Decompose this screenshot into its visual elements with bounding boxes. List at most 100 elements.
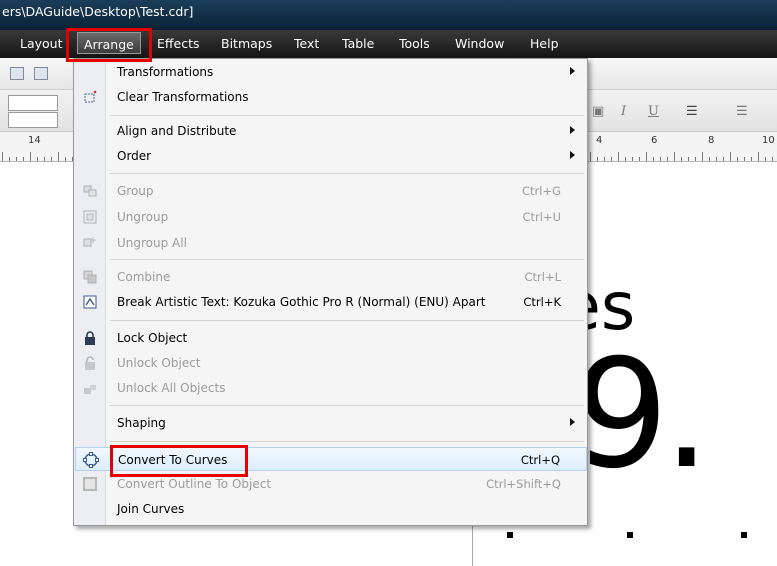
submenu-arrow-icon: [570, 126, 575, 134]
ruler-tick: [58, 152, 59, 161]
menu-item-shortcut: Ctrl+Shift+Q: [486, 477, 561, 491]
menu-item-unlock-object[interactable]: Unlock Object: [75, 351, 587, 375]
menu-separator: [110, 173, 584, 174]
convert-to-curves-callout: [110, 445, 248, 477]
ruler-tick: [618, 152, 619, 161]
menu-item-transformations[interactable]: Transformations: [75, 60, 587, 84]
menu-table[interactable]: Table: [342, 36, 374, 51]
lock-icon: [85, 331, 95, 345]
ruler-tick: [765, 157, 766, 161]
selection-handle[interactable]: [507, 532, 513, 538]
ruler-tick: [30, 152, 31, 161]
menu-item-combine[interactable]: Combine Ctrl+L: [75, 265, 587, 289]
ruler-tick: [51, 157, 52, 161]
ruler-tick: [772, 157, 773, 161]
ruler-tick: [695, 157, 696, 161]
convert-curves-icon: [83, 452, 99, 468]
format-icon[interactable]: ▣: [592, 104, 604, 119]
menu-item-ungroup-all[interactable]: Ungroup All: [75, 231, 587, 255]
menu-item-label: Break Artistic Text: Kozuka Gothic Pro R…: [117, 295, 486, 309]
ruler-tick: [744, 157, 745, 161]
menu-separator: [110, 259, 584, 260]
menu-item-lock-object[interactable]: Lock Object: [75, 326, 587, 350]
ruler-tick: [681, 157, 682, 161]
selection-handle[interactable]: [741, 532, 747, 538]
menu-item-label: Lock Object: [117, 331, 188, 345]
menu-layout[interactable]: Layout: [20, 36, 63, 51]
position-x-field[interactable]: [8, 95, 58, 111]
ruler-tick: [730, 152, 731, 161]
menu-item-align-distribute[interactable]: Align and Distribute: [75, 119, 587, 143]
menu-window[interactable]: Window: [455, 36, 504, 51]
ruler-tick: [625, 157, 626, 161]
align-icon[interactable]: ☰: [686, 104, 698, 119]
ruler-tick: [751, 157, 752, 161]
menu-item-shortcut: Ctrl+U: [522, 210, 561, 224]
ruler-tick: [709, 157, 710, 161]
ruler-tick: [737, 157, 738, 161]
ruler-label: 14: [28, 135, 41, 146]
unlock-all-icon: [84, 385, 96, 394]
menu-item-label: Transformations: [117, 65, 214, 79]
ruler-tick: [37, 157, 38, 161]
ruler-tick: [660, 157, 661, 161]
menu-effects[interactable]: Effects: [157, 36, 200, 51]
ruler-tick: [16, 157, 17, 161]
copy-icon[interactable]: [10, 67, 24, 80]
menu-item-label: Unlock Object: [117, 356, 201, 370]
menu-text[interactable]: Text: [294, 36, 319, 51]
position-y-field[interactable]: [8, 112, 58, 128]
submenu-arrow-icon: [570, 151, 575, 159]
ruler-tick: [44, 157, 45, 161]
menu-item-shortcut: Ctrl+G: [521, 184, 561, 198]
menu-item-label: Order: [117, 149, 152, 163]
ruler-tick: [23, 157, 24, 161]
menu-item-shaping[interactable]: Shaping: [75, 411, 587, 435]
menu-item-group[interactable]: Group Ctrl+G: [75, 179, 587, 203]
title-bar: ers\DAGuide\Desktop\Test.cdr]: [0, 0, 777, 30]
ruler-tick: [674, 152, 675, 161]
selection-handle[interactable]: [627, 532, 633, 538]
menu-bitmaps[interactable]: Bitmaps: [221, 36, 272, 51]
menu-item-label: Join Curves: [117, 502, 185, 516]
menu-item-label: Group: [117, 184, 154, 198]
ungroup-icon: [83, 210, 97, 224]
menu-item-label: Shaping: [117, 416, 166, 430]
ruler-tick: [723, 157, 724, 161]
menu-item-clear-transformations[interactable]: Clear Transformations: [75, 85, 587, 109]
submenu-arrow-icon: [570, 418, 575, 426]
ruler-tick: [65, 157, 66, 161]
menu-tools[interactable]: Tools: [399, 36, 430, 51]
ruler-tick: [758, 152, 759, 161]
menu-item-join-curves[interactable]: Join Curves: [75, 497, 587, 521]
ruler-tick: [702, 152, 703, 161]
window-title: ers\DAGuide\Desktop\Test.cdr]: [2, 4, 194, 19]
ruler-tick: [688, 157, 689, 161]
ruler-tick: [653, 157, 654, 161]
menu-help[interactable]: Help: [530, 36, 559, 51]
menu-item-unlock-all[interactable]: Unlock All Objects: [75, 376, 587, 400]
ruler-tick: [9, 157, 10, 161]
menu-item-shortcut: Ctrl+K: [523, 295, 561, 309]
italic-icon[interactable]: I: [621, 104, 626, 119]
underline-icon[interactable]: U: [648, 104, 659, 119]
menu-item-order[interactable]: Order: [75, 144, 587, 168]
submenu-arrow-icon: [570, 67, 575, 75]
menu-item-break-apart[interactable]: Break Artistic Text: Kozuka Gothic Pro R…: [75, 290, 587, 314]
ruler-tick: [2, 152, 3, 161]
ruler-tick: [604, 157, 605, 161]
combine-icon: [83, 270, 97, 284]
ruler-tick: [632, 157, 633, 161]
bullets-icon[interactable]: ☰: [736, 104, 748, 119]
ruler-tick: [611, 157, 612, 161]
ruler-tick: [716, 157, 717, 161]
ruler-label: 8: [708, 135, 715, 146]
ungroup-all-icon: [83, 237, 96, 247]
menu-item-shortcut: Ctrl+L: [524, 270, 561, 284]
menu-item-label: Ungroup: [117, 210, 169, 224]
menu-separator: [110, 320, 584, 321]
clear-transform-icon: [84, 90, 97, 103]
menu-item-ungroup[interactable]: Ungroup Ctrl+U: [75, 205, 587, 229]
paste-icon[interactable]: [34, 67, 48, 80]
arrange-menu: Transformations Clear Transformations Al…: [73, 58, 588, 526]
